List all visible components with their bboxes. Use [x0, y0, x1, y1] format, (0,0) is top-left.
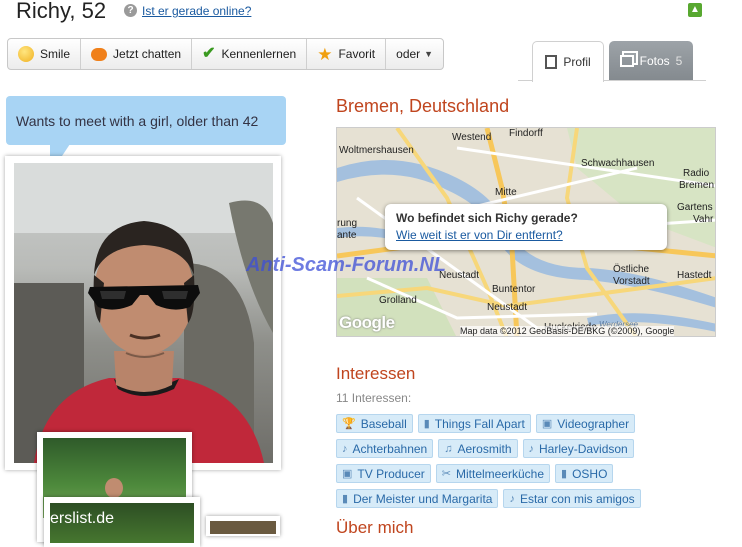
interest-tag[interactable]: ▣ TV Producer	[336, 464, 431, 483]
interest-tag[interactable]: ▮ Things Fall Apart	[417, 414, 531, 433]
map-popup-question: Wo befindet sich Richy gerade?	[396, 211, 578, 225]
chat-button[interactable]: Jetzt chatten	[81, 39, 193, 69]
interest-tag[interactable]: ♫ Aerosmith	[438, 439, 518, 458]
kennenlernen-button[interactable]: ✔ Kennenlernen	[192, 39, 308, 69]
chat-label: Jetzt chatten	[113, 47, 182, 61]
guitar-icon: ♪	[509, 492, 515, 505]
interest-label: OSHO	[572, 466, 608, 481]
favorit-button[interactable]: ★ Favorit	[307, 39, 387, 69]
tab-profil[interactable]: Profil	[532, 41, 604, 82]
more-actions-dropdown[interactable]: oder ▼	[386, 39, 443, 69]
map-label: Schwachhausen	[581, 158, 655, 169]
profile-photo[interactable]	[14, 163, 273, 463]
interest-tag[interactable]: 🏆 Baseball	[336, 414, 413, 433]
smile-icon	[18, 46, 34, 62]
map-label: Neustadt	[487, 302, 528, 313]
map-label: Findorff	[509, 128, 543, 139]
interests-count: 11 Interessen:	[336, 391, 412, 405]
map-label: Westend	[452, 132, 492, 143]
distance-link[interactable]: Wie weit ist er von Dir entfernt?	[396, 228, 563, 242]
interest-label: Aerosmith	[457, 441, 512, 456]
interest-tag[interactable]: ✂ Mittelmeerküche	[435, 464, 551, 483]
map-label: Bremen	[679, 180, 715, 191]
about-me-heading: Über mich	[336, 518, 414, 537]
map-label: Radio	[683, 168, 710, 179]
interest-tag[interactable]: ▮ Der Meister und Margarita	[336, 489, 499, 508]
guitar-icon: ♪	[528, 442, 535, 455]
profile-name: Richy, 52	[16, 0, 107, 23]
interest-label: TV Producer	[357, 466, 425, 481]
book-icon: ▮	[423, 418, 430, 430]
interest-label: Things Fall Apart	[434, 416, 525, 431]
interest-label: Videographer	[557, 416, 630, 431]
map-label: Hastedt	[677, 270, 712, 281]
interest-tag[interactable]: ♪ Estar con mis amigos	[503, 489, 641, 508]
map-label: Vahr	[693, 214, 714, 225]
map-label: rung	[337, 218, 358, 229]
interest-label: Der Meister und Margarita	[353, 491, 493, 506]
interests-heading: Interessen	[336, 364, 416, 383]
kennenlernen-label: Kennenlernen	[221, 47, 297, 61]
online-status-link[interactable]: Ist er gerade online?	[142, 4, 251, 18]
more-actions-label: oder	[396, 47, 421, 61]
map-label: Woltmershausen	[339, 145, 414, 156]
map-label: Vorstadt	[613, 276, 650, 287]
interest-tag[interactable]: ♪ Achterbahnen	[336, 439, 434, 458]
tab-fotos[interactable]: Fotos 5	[609, 41, 693, 80]
action-bar: Smile Jetzt chatten ✔ Kennenlernen ★ Fav…	[7, 38, 445, 70]
help-icon[interactable]: ?	[124, 4, 137, 17]
book-icon: ▮	[342, 493, 349, 505]
location-heading: Bremen, Deutschland	[336, 96, 510, 116]
map-label: Gartens	[677, 202, 713, 213]
trophy-icon: 🏆	[342, 418, 356, 430]
interest-tag[interactable]: ▮ OSHO	[555, 464, 614, 483]
book-icon: ▮	[561, 468, 568, 480]
interest-label: Estar con mis amigos	[519, 491, 635, 506]
tab-fotos-label: Fotos	[639, 53, 670, 68]
map-label: ante	[337, 230, 357, 241]
watermark: Anti-Scam-Forum.NL	[246, 254, 446, 276]
google-logo[interactable]: Google	[339, 313, 395, 333]
briefcase-icon: ▣	[541, 418, 553, 430]
map-label: Östliche	[613, 264, 650, 275]
guitar-icon: ♪	[342, 442, 348, 455]
map-label: Buntentor	[492, 284, 536, 295]
interest-tag[interactable]: ▣ Videographer	[535, 414, 636, 433]
fotos-count: 5	[675, 53, 683, 68]
photos-icon	[619, 54, 634, 67]
tab-profil-label: Profil	[563, 55, 591, 69]
interest-label: Mittelmeerküche	[455, 466, 545, 481]
map-label: Grolland	[379, 295, 417, 306]
thumbnail-watermark-text: erslist.de	[50, 510, 115, 527]
music-note-icon: ♫	[444, 442, 453, 455]
favorit-label: Favorit	[338, 47, 376, 61]
status-text: Wants to meet with a girl, older than 42	[16, 113, 259, 129]
interest-label: Baseball	[360, 416, 407, 431]
interest-tag[interactable]: ♪ Harley-Davidson	[522, 439, 634, 458]
profile-doc-icon	[545, 55, 558, 69]
map-label: Mitte	[495, 187, 517, 198]
star-icon: ★	[317, 44, 333, 64]
scroll-up-icon[interactable]: ▲	[688, 3, 702, 17]
thumbnail-image-3[interactable]	[210, 521, 276, 534]
checkmark-icon: ✔	[202, 45, 216, 62]
map-copyright: Map data ©2012 GeoBasis-DE/BKG (©2009), …	[460, 326, 675, 336]
caret-down-icon: ▼	[424, 49, 434, 59]
interest-label: Harley-Davidson	[539, 441, 628, 456]
interest-label: Achterbahnen	[352, 441, 428, 456]
smile-label: Smile	[40, 47, 71, 61]
interests-tag-list: 🏆 Baseball ▮ Things Fall Apart ▣ Videograph…	[336, 414, 726, 508]
chat-bubble-icon	[91, 47, 108, 61]
smile-button[interactable]: Smile	[8, 39, 82, 69]
cutlery-icon: ✂	[441, 468, 451, 480]
briefcase-icon: ▣	[342, 468, 353, 480]
